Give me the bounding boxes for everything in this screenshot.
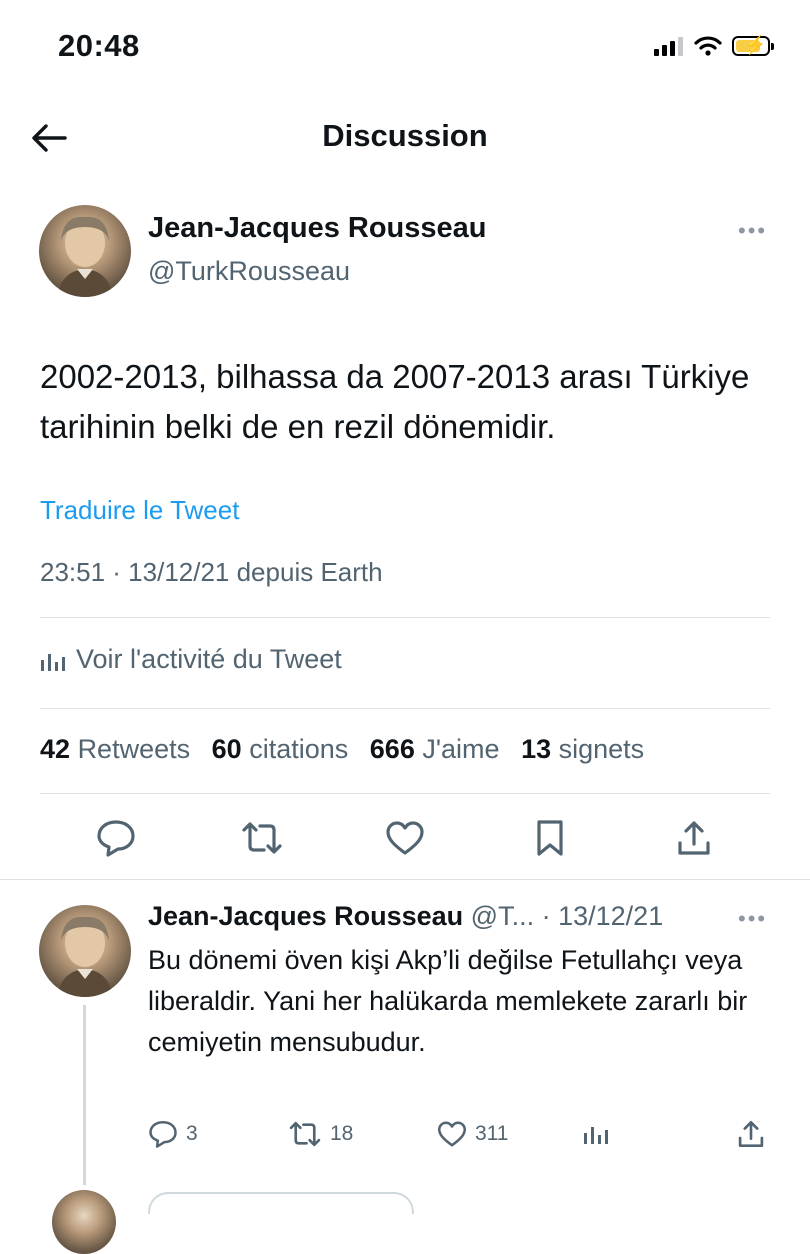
reply-author-avatar[interactable]	[39, 905, 131, 997]
activity-label: Voir l'activité du Tweet	[76, 644, 342, 674]
retweets-stat[interactable]: 42 Retweets	[40, 734, 190, 764]
retweets-label: Retweets	[77, 734, 191, 764]
reply-share-button[interactable]	[737, 1119, 765, 1149]
heart-icon	[386, 821, 424, 855]
bookmark-icon	[537, 820, 563, 856]
divider	[0, 879, 810, 880]
retweet-count: 18	[330, 1122, 354, 1145]
reply-author-handle[interactable]: @T...	[471, 901, 534, 931]
likes-label: J'aime	[422, 734, 500, 764]
bookmarks-label: signets	[558, 734, 645, 764]
likes-stat[interactable]: 666 J'aime	[370, 734, 500, 764]
reply-text: Bu dönemi öven kişi Akp’li değilse Fetul…	[148, 945, 748, 1057]
page-title: Discussion	[322, 118, 488, 153]
view-activity-link[interactable]: Voir l'activité du Tweet	[40, 644, 342, 675]
status-icons: ⚡	[654, 35, 774, 56]
bookmark-button[interactable]	[524, 812, 576, 864]
reply-views-button[interactable]	[583, 1120, 609, 1146]
reply-more-dots-icon[interactable]: •••	[738, 906, 767, 932]
quotes-label: citations	[249, 734, 349, 764]
retweet-button[interactable]	[236, 812, 288, 864]
quotes-count: 60	[211, 734, 242, 764]
author-handle[interactable]: @TurkRousseau	[148, 256, 350, 287]
reply-header: Jean-Jacques Rousseau @T... · 13/12/21	[148, 901, 663, 932]
divider	[40, 793, 770, 794]
bookmarks-stat[interactable]: 13 signets	[521, 734, 644, 764]
author-avatar[interactable]	[39, 205, 131, 297]
speech-bubble-icon	[149, 1120, 177, 1148]
tweet-stats: 42 Retweets 60 citations 666 J'aime 13 s…	[40, 734, 658, 765]
tweet-timestamp: 23:51 · 13/12/21 depuis Earth	[40, 557, 383, 587]
battery-icon: ⚡	[732, 35, 774, 56]
share-icon	[678, 821, 710, 855]
reply-like-button[interactable]: 311	[437, 1120, 508, 1148]
share-icon	[738, 1121, 764, 1147]
likes-count: 666	[369, 734, 415, 764]
bar-chart-icon	[41, 653, 65, 671]
like-button[interactable]	[379, 812, 431, 864]
retweet-icon	[289, 1121, 321, 1147]
share-button[interactable]	[668, 812, 720, 864]
tweet-text: 2002-2013, bilhassa da 2007-2013 arası T…	[40, 358, 750, 445]
status-time: 20:48	[58, 28, 140, 63]
like-count: 311	[475, 1122, 509, 1145]
speech-bubble-icon	[97, 820, 135, 857]
heart-icon	[437, 1121, 467, 1147]
signal-icon	[654, 37, 683, 56]
retweets-count: 42	[40, 734, 71, 764]
author-name[interactable]: Jean-Jacques Rousseau	[148, 212, 486, 245]
thread-line	[83, 1005, 86, 1185]
retweet-icon	[242, 822, 282, 854]
reply-separator: ·	[541, 901, 551, 931]
reply-count: 3	[186, 1122, 198, 1145]
translate-link[interactable]: Traduire le Tweet	[40, 495, 239, 526]
divider	[40, 617, 770, 618]
bar-chart-icon	[584, 1127, 608, 1144]
bookmarks-count: 13	[521, 734, 552, 764]
divider	[40, 708, 770, 709]
next-reply-card[interactable]	[148, 1192, 414, 1214]
reply-author-name[interactable]: Jean-Jacques Rousseau	[148, 901, 463, 931]
wifi-icon	[694, 36, 722, 56]
more-dots-icon[interactable]: •••	[738, 218, 767, 244]
reply-button[interactable]	[90, 812, 142, 864]
reply-reply-button[interactable]: 3	[148, 1120, 198, 1148]
quotes-stat[interactable]: 60 citations	[212, 734, 349, 764]
reply-date[interactable]: 13/12/21	[558, 901, 663, 931]
reply-retweet-button[interactable]: 18	[288, 1120, 353, 1148]
